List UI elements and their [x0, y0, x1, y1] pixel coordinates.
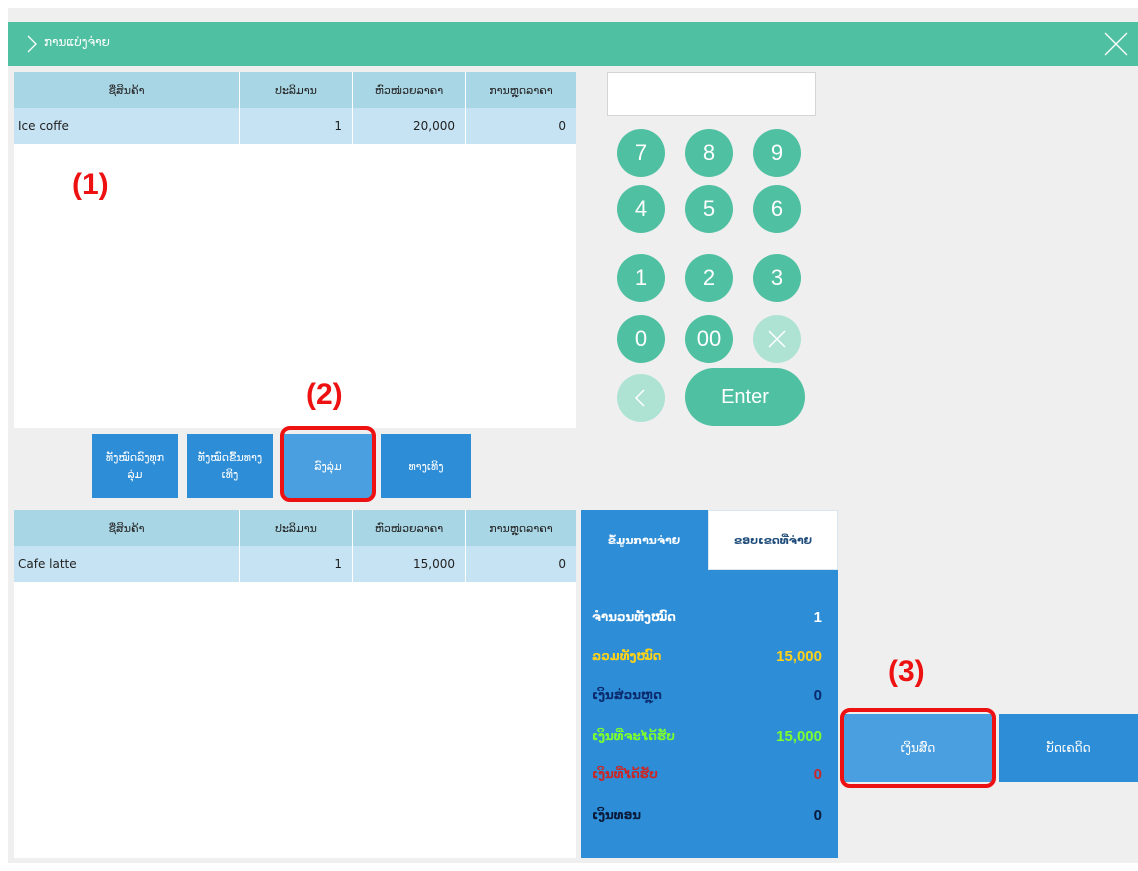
title-bar: ການແບ່ງຈ່າຍ [8, 22, 1138, 66]
summary-value: 1 [813, 608, 822, 626]
key-0[interactable]: 0 [617, 315, 665, 363]
table-row[interactable]: Cafe latte 1 15,000 0 [14, 546, 576, 582]
key-8[interactable]: 8 [685, 129, 733, 177]
credit-card-button[interactable]: ບັດເຄດິດ [999, 714, 1138, 782]
annotation-3: (3) [888, 655, 925, 688]
summary-label: ເງິນທີ່ຈະໄດ້ຮັບ [592, 729, 675, 743]
key-00[interactable]: 00 [685, 315, 733, 363]
summary-label: ເງິນທີ່ໄດ້ຮັບ [592, 767, 658, 781]
chevron-left-icon [634, 389, 645, 407]
annotation-1: (1) [72, 168, 109, 201]
move-all-up-label: ທັງໝົດຂຶ້ນທາງເທິງ [197, 451, 263, 481]
cell-discount: 0 [558, 119, 566, 133]
clear-key[interactable] [753, 315, 801, 363]
bottom-items-table: ຊື່ສິນຄ້າ ປະລິມານ ຫົວໜ່ວຍລາຄາ ການຫຼຸດລາຄ… [14, 510, 576, 858]
col-product-name[interactable]: ຊື່ສິນຄ້າ [14, 72, 240, 108]
key-6[interactable]: 6 [753, 185, 801, 233]
key-4[interactable]: 4 [617, 185, 665, 233]
tab-payment-scope[interactable]: ຂອບເຂດທີ່ຈ່າຍ [708, 510, 838, 570]
summary-value: 0 [813, 765, 822, 783]
cell-price: 15,000 [353, 546, 466, 582]
col-discount[interactable]: ການຫຼຸດລາຄາ [466, 510, 576, 546]
amount-input[interactable] [607, 72, 816, 116]
cell-price: 20,000 [353, 108, 466, 144]
summary-label: ເງິນທອນ [592, 808, 642, 822]
backspace-key[interactable] [617, 374, 665, 422]
annotation-2: (2) [306, 378, 343, 411]
key-2[interactable]: 2 [685, 254, 733, 302]
chevron-right-icon [27, 35, 37, 53]
cell-qty: 1 [240, 108, 353, 144]
table-row[interactable]: Ice coffe 1 20,000 0 [14, 108, 576, 144]
enter-button[interactable]: Enter [685, 368, 805, 426]
col-discount[interactable]: ການຫຼຸດລາຄາ [466, 72, 576, 108]
table-header: ຊື່ສິນຄ້າ ປະລິມານ ຫົວໜ່ວຍລາຄາ ການຫຼຸດລາຄ… [14, 510, 576, 546]
summary-row-amount-due: ເງິນທີ່ຈະໄດ້ຮັບ 15,000 [592, 724, 822, 748]
close-icon[interactable] [1102, 30, 1130, 58]
key-9[interactable]: 9 [753, 129, 801, 177]
top-items-table: ຊື່ສິນຄ້າ ປະລິມານ ຫົວໜ່ວຍລາຄາ ການຫຼຸດລາຄ… [14, 72, 576, 428]
col-unit-price[interactable]: ຫົວໜ່ວຍລາຄາ [353, 510, 466, 546]
summary-row-grand-total: ລວມທັງໝົດ 15,000 [592, 644, 822, 668]
key-1[interactable]: 1 [617, 254, 665, 302]
cell-name: Cafe latte [14, 546, 240, 582]
summary-value: 15,000 [776, 647, 822, 665]
window-title: ການແບ່ງຈ່າຍ [44, 35, 110, 49]
summary-value: 0 [813, 806, 822, 824]
summary-row-amount-received: ເງິນທີ່ໄດ້ຮັບ 0 [592, 762, 822, 786]
key-3[interactable]: 3 [753, 254, 801, 302]
split-payment-window: ການແບ່ງຈ່າຍ ຊື່ສິນຄ້າ ປະລິມານ ຫົວໜ່ວຍລາຄ… [8, 8, 1138, 863]
summary-label: ລວມທັງໝົດ [592, 649, 662, 663]
col-quantity[interactable]: ປະລິມານ [240, 510, 353, 546]
table-header: ຊື່ສິນຄ້າ ປະລິມານ ຫົວໜ່ວຍລາຄາ ການຫຼຸດລາຄ… [14, 72, 576, 108]
summary-value: 15,000 [776, 727, 822, 745]
summary-value: 0 [813, 686, 822, 704]
summary-row-discount: ເງິນສ່ວນຫຼຸດ 0 [592, 683, 822, 707]
move-up-label: ທາງເທິງ [408, 459, 444, 473]
cell-name: Ice coffe [14, 108, 240, 144]
col-unit-price[interactable]: ຫົວໜ່ວຍລາຄາ [353, 72, 466, 108]
summary-row-change: ເງິນທອນ 0 [592, 803, 822, 827]
col-quantity[interactable]: ປະລິມານ [240, 72, 353, 108]
col-product-name[interactable]: ຊື່ສິນຄ້າ [14, 510, 240, 546]
summary-label: ຈຳນວນທັງໝົດ [592, 610, 676, 624]
cell-qty: 1 [240, 546, 353, 582]
key-7[interactable]: 7 [617, 129, 665, 177]
tab-payment-info[interactable]: ຂໍ້ມູນການຈ່າຍ [581, 510, 707, 570]
summary-row-total-items: ຈຳນວນທັງໝົດ 1 [592, 605, 822, 629]
highlight-box-2 [280, 426, 376, 502]
move-all-up-button[interactable]: ທັງໝົດຂຶ້ນທາງເທິງ [187, 434, 273, 498]
move-all-down-button[interactable]: ທັງໝົດລົງທຸກລຸ່ມ [92, 434, 178, 498]
summary-label: ເງິນສ່ວນຫຼຸດ [592, 688, 662, 702]
clear-icon [768, 330, 786, 348]
highlight-box-3 [840, 708, 996, 788]
cell-discount: 0 [558, 557, 566, 571]
move-up-button[interactable]: ທາງເທິງ [381, 434, 471, 498]
move-all-down-label: ທັງໝົດລົງທຸກລຸ່ມ [105, 451, 165, 481]
key-5[interactable]: 5 [685, 185, 733, 233]
